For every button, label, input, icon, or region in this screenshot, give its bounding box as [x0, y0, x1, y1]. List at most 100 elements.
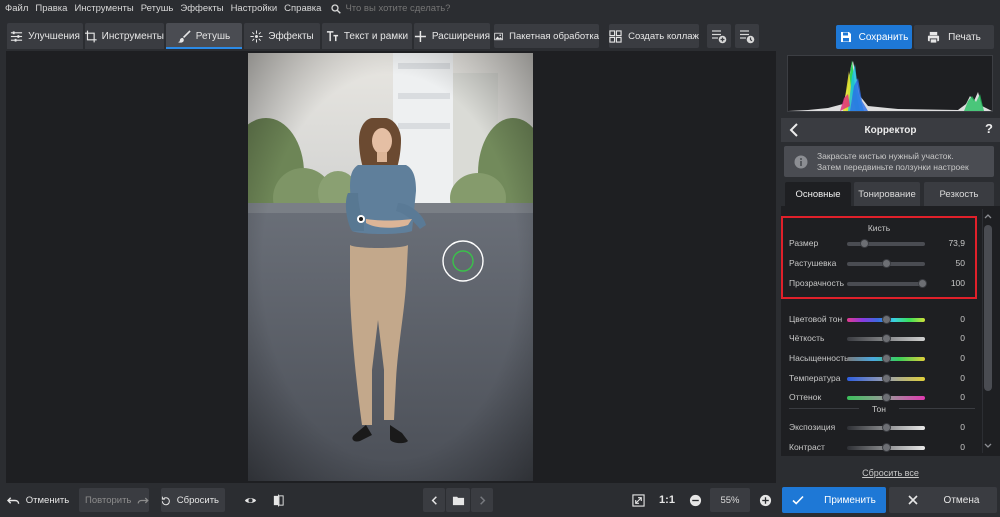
subtab-toning[interactable]: Тонирование	[854, 182, 920, 206]
opacity-slider[interactable]	[847, 279, 927, 288]
menu-file[interactable]: Файл	[5, 3, 28, 14]
clarity-slider-knob[interactable]	[882, 334, 891, 343]
photo-image	[248, 53, 533, 481]
subtab-sharpness[interactable]: Резкость	[924, 182, 994, 206]
hue-slider[interactable]	[847, 315, 925, 324]
exposure-value: 0	[960, 422, 965, 432]
tint-slider-knob[interactable]	[882, 393, 891, 402]
compare-button[interactable]	[266, 488, 290, 512]
menu-tools[interactable]: Инструменты	[74, 3, 133, 14]
apply-button[interactable]: Применить	[782, 487, 886, 513]
fit-screen-button[interactable]	[626, 488, 650, 512]
printer-icon	[928, 31, 940, 44]
feather-value: 50	[955, 258, 965, 268]
clarity-slider[interactable]	[847, 334, 925, 343]
tab-enhancements[interactable]: Улучшения	[7, 23, 83, 49]
undo-icon	[6, 496, 20, 504]
presets-history-button[interactable]	[735, 24, 759, 48]
undo-button[interactable]: Отменить	[6, 488, 76, 512]
search-input[interactable]	[345, 3, 466, 14]
sliders-icon	[11, 30, 23, 42]
temperature-label: Температура	[789, 373, 841, 383]
redo-button[interactable]: Повторить	[79, 488, 149, 512]
help-icon[interactable]: ?	[985, 121, 993, 136]
presets-add-button[interactable]	[707, 24, 731, 48]
tab-label: Расширения	[431, 30, 490, 42]
tab-retouch[interactable]: Ретушь	[166, 23, 242, 49]
contrast-slider-knob[interactable]	[882, 443, 891, 452]
tone-section-title: Тон	[859, 404, 899, 414]
saturation-slider[interactable]	[847, 354, 925, 363]
menu-edit[interactable]: Правка	[35, 3, 67, 14]
list-clock-icon	[740, 30, 755, 44]
next-image-button[interactable]	[471, 488, 493, 512]
hint-box: Закрасьте кистью нужный участок. Затем п…	[784, 146, 994, 177]
batch-processing-label: Пакетная обработка	[509, 30, 599, 42]
tab-extensions[interactable]: Расширения	[414, 23, 490, 49]
chevron-left-icon	[431, 495, 437, 505]
tint-value: 0	[960, 392, 965, 402]
list-plus-icon	[712, 30, 727, 44]
exposure-slider[interactable]	[847, 423, 925, 432]
subtab-basic[interactable]: Основные	[785, 182, 851, 206]
opacity-slider-knob[interactable]	[917, 279, 927, 288]
feather-slider-knob[interactable]	[882, 259, 891, 268]
brush-section-title: Кисть	[867, 223, 891, 233]
scroll-up-icon[interactable]	[983, 211, 993, 221]
back-arrow-icon[interactable]	[787, 122, 801, 138]
tab-label: Инструменты	[101, 30, 164, 42]
open-folder-button[interactable]	[446, 488, 470, 512]
collage-icon	[609, 29, 622, 43]
tab-instruments[interactable]: Инструменты	[85, 23, 164, 49]
prev-image-button[interactable]	[423, 488, 445, 512]
contrast-slider[interactable]	[847, 443, 925, 452]
scroll-down-icon[interactable]	[983, 441, 993, 451]
eye-icon	[244, 497, 256, 503]
temperature-value: 0	[960, 373, 965, 383]
tab-effects[interactable]: Эффекты	[244, 23, 320, 49]
hue-slider-knob[interactable]	[882, 315, 891, 324]
temperature-slider-knob[interactable]	[882, 374, 891, 383]
tab-text-frames[interactable]: Текст и рамки	[322, 23, 412, 49]
size-label: Размер	[789, 238, 819, 248]
batch-processing-button[interactable]: Пакетная обработка	[494, 24, 599, 48]
cancel-label: Отмена	[943, 494, 980, 506]
settings-scrollbar[interactable]	[982, 209, 993, 453]
size-slider[interactable]	[847, 239, 925, 248]
contrast-value: 0	[960, 442, 965, 452]
reset-all-link[interactable]: Сбросить все	[781, 468, 1000, 478]
zoom-in-button[interactable]	[754, 488, 776, 512]
floppy-icon	[840, 32, 851, 42]
menu-settings[interactable]: Настройки	[231, 3, 278, 14]
preview-toggle-button[interactable]	[238, 488, 262, 512]
zoom-out-button[interactable]	[684, 488, 706, 512]
apply-label: Применить	[824, 494, 876, 506]
reset-button[interactable]: Сбросить	[161, 488, 225, 512]
feather-slider[interactable]	[847, 259, 925, 268]
print-button[interactable]: Печать	[914, 25, 994, 49]
scrollbar-thumb[interactable]	[984, 225, 992, 391]
close-icon	[907, 495, 918, 505]
zoom-level[interactable]: 55%	[710, 488, 750, 512]
hue-value: 0	[960, 314, 965, 324]
tint-slider[interactable]	[847, 393, 925, 402]
clarity-label: Чёткость	[789, 333, 825, 343]
exposure-slider-knob[interactable]	[882, 423, 891, 432]
save-button[interactable]: Сохранить	[836, 25, 912, 49]
temperature-slider[interactable]	[847, 374, 925, 383]
histogram-graph	[788, 60, 992, 111]
menu-bar: Файл Правка Инструменты Ретушь Эффекты Н…	[0, 0, 1000, 17]
size-slider-knob[interactable]	[860, 239, 870, 248]
actual-size-button[interactable]: 1:1	[655, 488, 679, 512]
menu-retouch[interactable]: Ретушь	[141, 3, 174, 14]
tab-label: Эффекты	[268, 30, 314, 42]
menu-effects[interactable]: Эффекты	[180, 3, 223, 14]
photo-canvas[interactable]	[248, 53, 533, 481]
canvas-area[interactable]	[6, 51, 776, 483]
cancel-button[interactable]: Отмена	[889, 487, 997, 513]
fit-screen-icon	[631, 493, 645, 507]
plus-circle-icon	[759, 494, 771, 506]
create-collage-button[interactable]: Создать коллаж	[609, 24, 699, 48]
saturation-slider-knob[interactable]	[882, 354, 891, 363]
menu-help[interactable]: Справка	[284, 3, 321, 14]
